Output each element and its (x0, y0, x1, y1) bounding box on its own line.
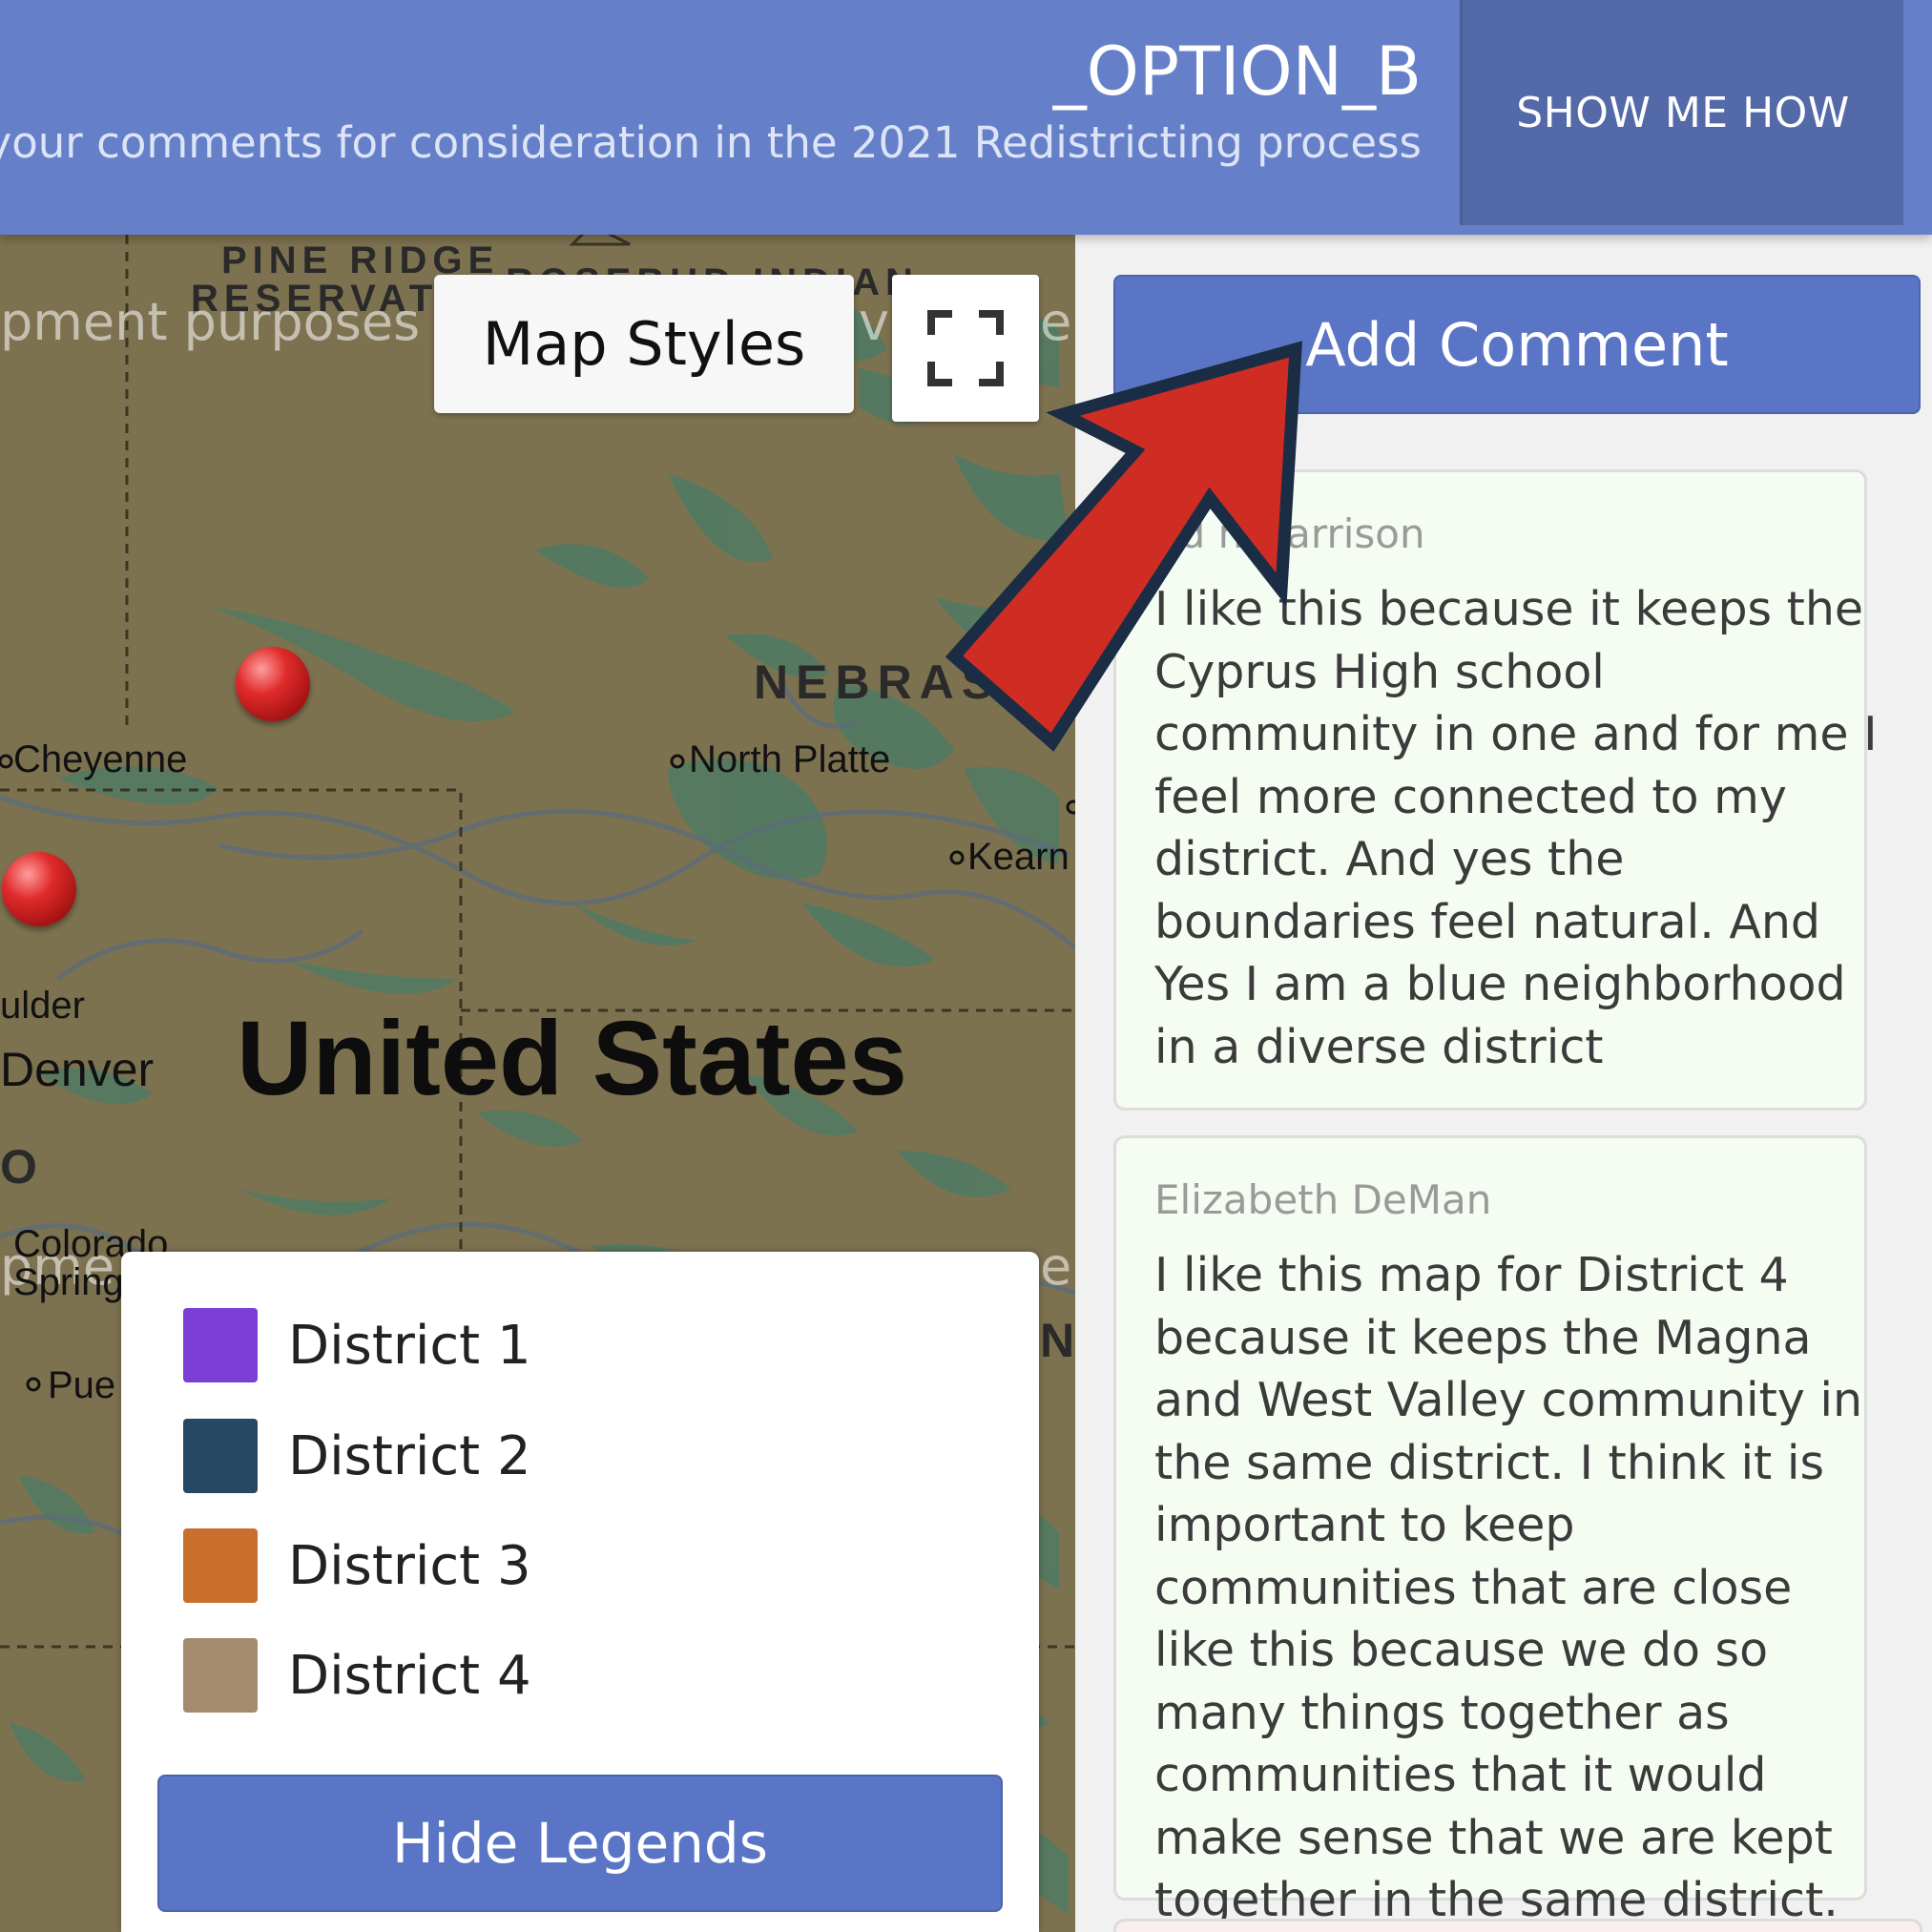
page-title: _OPTION_B (1052, 32, 1422, 111)
legend-label: District 4 (288, 1644, 531, 1707)
fullscreen-icon (927, 310, 1004, 386)
legend-swatch (183, 1308, 258, 1382)
header-text: _OPTION_B e your comments for considerat… (0, 29, 1422, 172)
comment-card-next (1113, 1919, 1922, 1932)
comment-author: Elizabeth DeMan (1154, 1176, 1492, 1223)
map-styles-button[interactable]: Map Styles (434, 275, 854, 413)
map-legend: District 1 District 2 District 3 Distric… (121, 1252, 1039, 1932)
add-comment-button[interactable]: Add Comment (1113, 275, 1921, 414)
comment-text: I like this map for District 4 because i… (1154, 1248, 1863, 1927)
comment-marker[interactable] (236, 647, 310, 721)
app-window: _OPTION_B e your comments for considerat… (0, 0, 1932, 1932)
legend-label: District 3 (288, 1534, 531, 1597)
fullscreen-button[interactable] (892, 275, 1039, 422)
comment-marker[interactable] (2, 852, 76, 926)
legend-label: District 1 (288, 1314, 531, 1377)
page-subtitle: e your comments for consideration in the… (0, 117, 1422, 168)
comment-author: nd n Harrison (1154, 510, 1425, 557)
legend-item-district-4: District 4 (183, 1637, 531, 1714)
comment-card: Elizabeth DeMan I like this map for Dist… (1113, 1135, 1867, 1927)
legend-item-district-1: District 1 (183, 1307, 531, 1383)
legend-label: District 2 (288, 1424, 531, 1487)
comment-card: nd n Harrison I like this because it kee… (1113, 469, 1878, 1111)
comment-text: I like this because it keeps the Cyprus … (1154, 582, 1878, 1074)
legend-swatch (183, 1638, 258, 1713)
app-header: _OPTION_B e your comments for considerat… (0, 0, 1932, 235)
hide-legends-button[interactable]: Hide Legends (157, 1775, 1003, 1912)
comments-sidebar: Add Comment nd n Harrison I like this be… (1075, 235, 1932, 1932)
show-me-how-button[interactable]: SHOW ME HOW (1460, 0, 1903, 225)
legend-swatch (183, 1528, 258, 1603)
legend-swatch (183, 1419, 258, 1493)
legend-item-district-3: District 3 (183, 1527, 531, 1604)
legend-item-district-2: District 2 (183, 1418, 531, 1494)
